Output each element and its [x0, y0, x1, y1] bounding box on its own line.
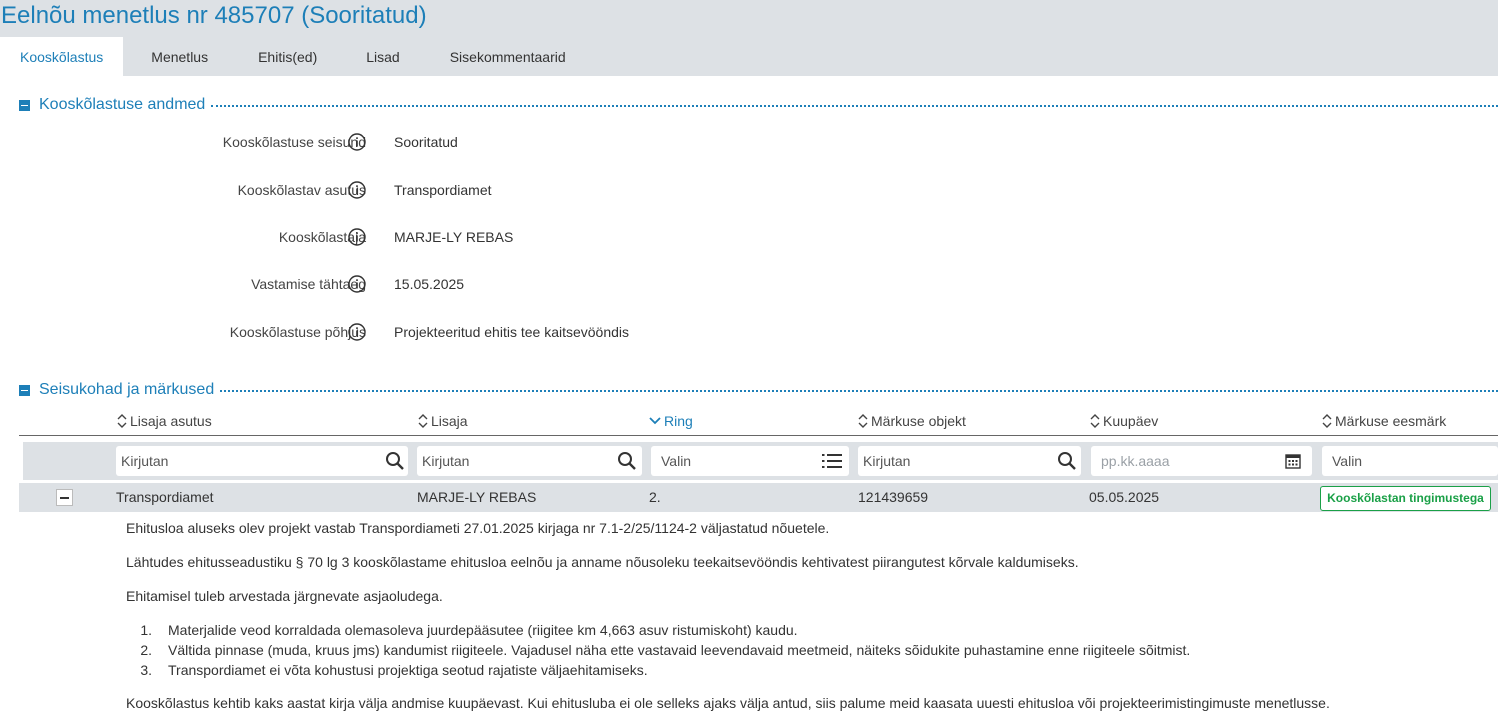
field-value: Transpordiamet — [394, 182, 492, 198]
field-label: Kooskõlastuse seisund — [222, 134, 366, 150]
list-icon[interactable] — [822, 453, 842, 469]
tab-sisekommentaarid[interactable]: Sisekommentaarid — [424, 37, 586, 76]
field-label: Kooskõlastuse põhjus — [229, 324, 366, 340]
list-number: 2. — [140, 642, 152, 658]
calendar-icon[interactable] — [1285, 453, 1301, 469]
table-row[interactable] — [19, 483, 1498, 512]
field-label: Kooskõlastaja — [278, 229, 366, 245]
cell-markuse-objekt: 121439659 — [858, 489, 929, 505]
list-item-text: Transpordiamet ei võta kohustusi projekt… — [168, 662, 648, 678]
detail-paragraph: Ehitusloa aluseks olev projekt vastab Tr… — [126, 520, 830, 536]
section-divider — [220, 390, 1498, 392]
sort-icon — [1322, 414, 1332, 428]
page-title: Eelnõu menetlus nr 485707 (Sooritatud) — [1, 2, 427, 29]
tab-bar: Kooskõlastus Menetlus Ehitis(ed) Lisad S… — [0, 37, 586, 76]
list-number: 3. — [140, 662, 152, 678]
column-header-ring[interactable]: Ring — [649, 411, 693, 431]
column-label: Märkuse objekt — [871, 413, 966, 429]
filter-text: Valin — [661, 453, 692, 469]
info-icon[interactable] — [348, 275, 366, 293]
column-header-lisaja-asutus[interactable]: Lisaja asutus — [117, 411, 212, 431]
collapse-remarks-button[interactable] — [19, 384, 30, 396]
tab-kooskolastus[interactable]: Kooskõlastus — [0, 37, 124, 76]
filter-kuupaev-input[interactable]: pp.kk.aaaa — [1091, 446, 1312, 476]
column-header-markuse-eesmark[interactable]: Märkuse eesmärk — [1322, 411, 1446, 431]
tab-menetlus[interactable]: Menetlus — [123, 37, 234, 76]
list-item: 2. Vältida pinnase (muda, kruus jms) kand… — [126, 640, 1190, 660]
column-header-kuupaev[interactable]: Kuupäev — [1090, 411, 1158, 431]
filter-markuse-eesmark-select[interactable]: Valin — [1322, 446, 1498, 476]
tab-lisad[interactable]: Lisad — [341, 37, 423, 76]
sort-icon — [418, 414, 428, 428]
field-kooskolastaja: Kooskõlastaja MARJE-LY REBAS — [0, 225, 900, 249]
field-seisund: Kooskõlastuse seisund Sooritatud — [0, 130, 900, 154]
sort-icon — [858, 414, 868, 428]
filter-text: Kirjutan — [121, 453, 169, 469]
info-icon[interactable] — [348, 323, 366, 341]
field-value: Sooritatud — [394, 134, 458, 150]
list-item-text: Materjalide veod korraldada olemasoleva … — [168, 622, 798, 638]
tab-ehitised[interactable]: Ehitis(ed) — [234, 37, 341, 76]
field-value: Projekteeritud ehitis tee kaitsevööndis — [394, 324, 630, 340]
sort-icon — [1090, 414, 1100, 428]
date-placeholder: pp.kk.aaaa — [1101, 453, 1170, 469]
remarks-section-title: Seisukohad ja märkused — [39, 381, 215, 398]
column-label: Kuupäev — [1103, 413, 1159, 429]
search-icon[interactable] — [385, 451, 405, 471]
column-header-markuse-objekt[interactable]: Märkuse objekt — [858, 411, 966, 431]
detail-list: 1. Materjalide veod korraldada olemasolev… — [126, 620, 1190, 680]
field-label: Kooskõlastav asutus — [237, 182, 366, 198]
list-item: 1. Materjalide veod korraldada olemasolev… — [126, 620, 1190, 640]
filter-text: Valin — [1332, 453, 1363, 469]
cell-lisaja-asutus: Transpordiamet — [116, 489, 214, 505]
details-section-title: Kooskõlastuse andmed — [39, 96, 206, 113]
info-icon[interactable] — [348, 181, 366, 199]
field-asutus: Kooskõlastav asutus Transpordiamet — [0, 178, 900, 202]
details-section-header: Kooskõlastuse andmed — [19, 95, 1498, 115]
cell-ring: 2. — [649, 489, 661, 505]
remarks-section-header: Seisukohad ja märkused — [19, 380, 1498, 400]
filter-lisaja-input[interactable]: Kirjutan — [417, 446, 642, 476]
field-value: MARJE-LY REBAS — [394, 229, 514, 245]
field-value: 15.05.2025 — [394, 276, 465, 292]
section-divider — [211, 105, 1498, 107]
detail-paragraph: Ehitamisel tuleb arvestada järgnevate as… — [126, 588, 443, 604]
field-label: Vastamise tähtaeg — [251, 276, 366, 292]
column-label: Lisaja — [431, 413, 468, 429]
list-number: 1. — [140, 622, 152, 638]
filter-ring-select[interactable]: Valin — [651, 446, 849, 476]
collapse-details-button[interactable] — [19, 99, 30, 111]
column-label: Ring — [664, 413, 693, 429]
table-header-divider — [19, 435, 1498, 436]
detail-paragraph: Lähtudes ehitusseadustiku § 70 lg 3 koos… — [126, 554, 1079, 570]
sort-icon — [117, 414, 127, 428]
collapse-row-button[interactable] — [56, 489, 73, 506]
filter-text: Kirjutan — [863, 453, 911, 469]
list-item: 3. Transpordiamet ei võta kohustusi proje… — [126, 660, 1190, 680]
cell-kuupaev: 05.05.2025 — [1089, 489, 1160, 505]
field-pohjus: Kooskõlastuse põhjus Projekteeritud ehit… — [0, 320, 900, 344]
search-icon[interactable] — [1057, 451, 1077, 471]
filter-text: Kirjutan — [422, 453, 470, 469]
page-header: Eelnõu menetlus nr 485707 (Sooritatud) K… — [0, 0, 1498, 76]
cell-lisaja: MARJE-LY REBAS — [417, 489, 537, 505]
list-item-text: Vältida pinnase (muda, kruus jms) kandum… — [168, 642, 1191, 658]
column-label: Märkuse eesmärk — [1335, 413, 1447, 429]
column-header-lisaja[interactable]: Lisaja — [418, 411, 468, 431]
status-badge: Kooskõlastan tingimustega — [1320, 486, 1491, 511]
sort-desc-icon — [649, 417, 661, 425]
field-tahtaeg: Vastamise tähtaeg 15.05.2025 — [0, 272, 900, 296]
filter-markuse-objekt-input[interactable]: Kirjutan — [858, 446, 1081, 476]
column-label: Lisaja asutus — [130, 413, 212, 429]
detail-paragraph: Kooskõlastus kehtib kaks aastat kirja vä… — [126, 695, 1330, 711]
info-icon[interactable] — [348, 228, 366, 246]
info-icon[interactable] — [348, 133, 366, 151]
search-icon[interactable] — [617, 451, 637, 471]
filter-lisaja-asutus-input[interactable]: Kirjutan — [116, 446, 408, 476]
